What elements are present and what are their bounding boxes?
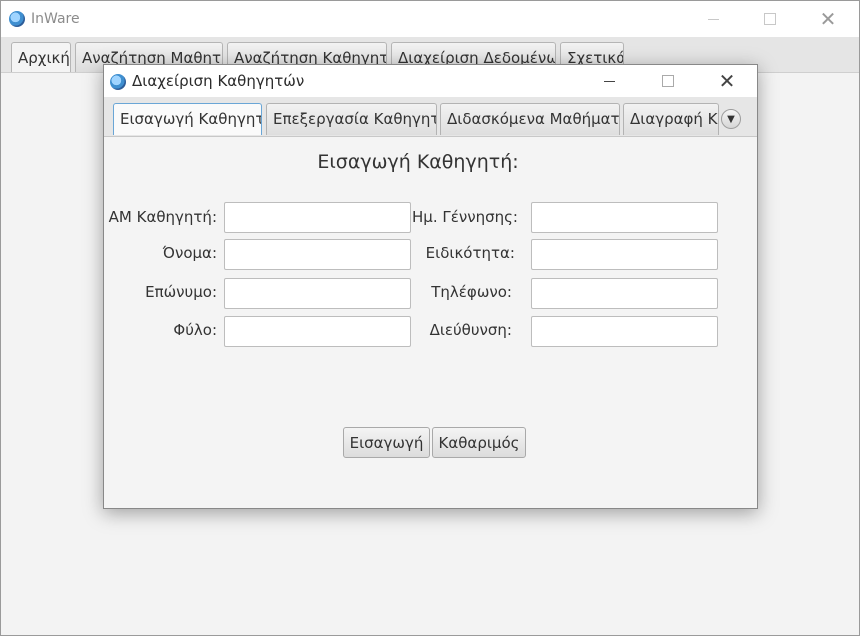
maximize-icon bbox=[764, 13, 776, 25]
main-window-title: InWare bbox=[31, 11, 80, 27]
label-specialty: Ειδικότητα: bbox=[425, 244, 515, 262]
label-gender: Φύλο: bbox=[173, 321, 217, 339]
specialty-field[interactable] bbox=[531, 239, 718, 270]
label-teacher-id: ΑΜ Καθηγητή: bbox=[108, 208, 217, 226]
clear-button[interactable]: Καθαριμός bbox=[432, 427, 526, 458]
close-button[interactable]: ✕ bbox=[805, 2, 851, 36]
chevron-down-icon: ▼ bbox=[727, 113, 735, 125]
birth-date-field[interactable] bbox=[531, 202, 718, 233]
dialog-close-button[interactable]: ✕ bbox=[704, 64, 750, 98]
label-first-name: Όνομα: bbox=[162, 244, 217, 262]
close-icon: ✕ bbox=[718, 69, 736, 93]
teacher-management-dialog: Διαχείριση Καθηγητών ✕ Εισαγωγή Καθηγητή… bbox=[103, 64, 758, 509]
phone-field[interactable] bbox=[531, 278, 718, 309]
dialog-titlebar[interactable]: Διαχείριση Καθηγητών ✕ bbox=[104, 65, 757, 97]
label-birth-date: Ημ. Γέννησης: bbox=[412, 208, 518, 226]
tab-taught-courses[interactable]: Διδασκόμενα Μαθήματα bbox=[440, 103, 620, 135]
address-field[interactable] bbox=[531, 316, 718, 347]
app-logo-icon bbox=[110, 74, 126, 90]
maximize-button[interactable] bbox=[747, 2, 793, 36]
maximize-icon bbox=[662, 75, 674, 87]
dialog-title: Διαχείριση Καθηγητών bbox=[132, 72, 305, 90]
label-address: Διεύθυνση: bbox=[429, 321, 512, 339]
tab-edit-teacher[interactable]: Επεξεργασία Καθηγητή bbox=[266, 103, 437, 135]
tab-overflow-button[interactable]: ▼ bbox=[721, 109, 741, 129]
last-name-field[interactable] bbox=[224, 278, 411, 309]
minimize-icon bbox=[603, 80, 615, 82]
insert-button[interactable]: Εισαγωγή bbox=[343, 427, 430, 458]
tab-home[interactable]: Αρχική bbox=[11, 42, 71, 72]
label-phone: Τηλέφωνο: bbox=[431, 283, 512, 301]
tab-insert-teacher[interactable]: Εισαγωγή Καθηγητή bbox=[113, 103, 262, 135]
app-logo-icon bbox=[9, 11, 25, 27]
form-heading: Εισαγωγή Καθηγητή: bbox=[317, 151, 519, 173]
gender-field[interactable] bbox=[224, 316, 411, 347]
close-icon: ✕ bbox=[819, 7, 837, 31]
teacher-id-field[interactable] bbox=[224, 202, 411, 233]
first-name-field[interactable] bbox=[224, 239, 411, 270]
tab-delete-teacher[interactable]: Διαγραφή Κα bbox=[623, 103, 719, 135]
dialog-maximize-button[interactable] bbox=[645, 64, 691, 98]
minimize-button[interactable] bbox=[690, 2, 736, 36]
dialog-minimize-button[interactable] bbox=[586, 64, 632, 98]
minimize-icon bbox=[707, 18, 719, 20]
main-titlebar[interactable]: InWare ✕ bbox=[1, 1, 859, 37]
label-last-name: Επώνυμο: bbox=[145, 283, 217, 301]
